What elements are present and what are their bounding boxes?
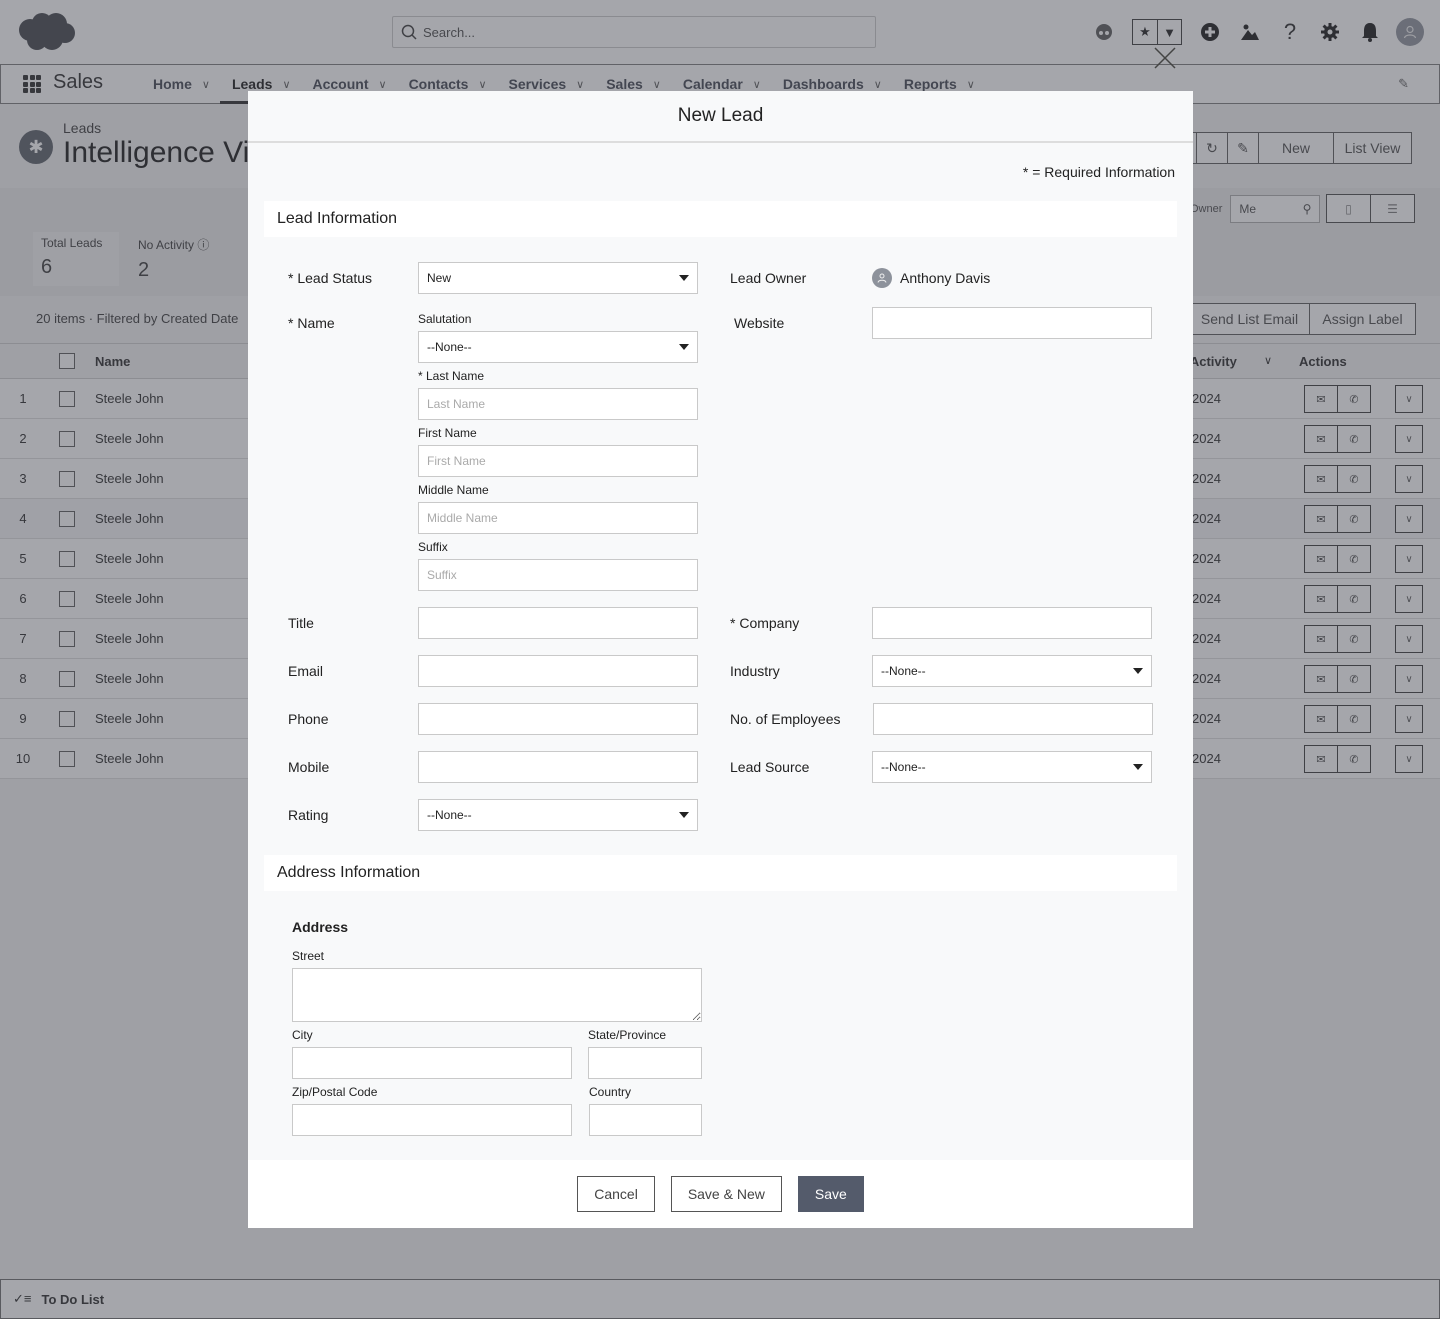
company-label: * Company [730,615,800,631]
section-lead-information: Lead Information [264,201,1177,237]
lead-source-value: --None-- [881,760,926,774]
country-label: Country [589,1085,632,1099]
close-icon[interactable] [1152,45,1178,71]
caret-down-icon [1133,764,1143,770]
street-textarea[interactable] [292,968,702,1022]
section-address-information: Address Information [264,855,1177,891]
rating-label: Rating [288,807,329,823]
suffix-label: Suffix [418,540,448,554]
salutation-select[interactable]: --None-- [418,331,698,363]
rating-select[interactable]: --None-- [418,799,698,831]
modal-title: New Lead [248,91,1193,143]
lead-owner-value[interactable]: Anthony Davis [900,270,990,286]
salutation-label: Salutation [418,312,472,326]
country-input[interactable] [589,1104,702,1136]
industry-select[interactable]: --None-- [872,655,1152,687]
zip-input[interactable] [292,1104,572,1136]
industry-label: Industry [730,663,780,679]
email-label: Email [288,663,324,679]
lead-status-label: * Lead Status [288,270,373,286]
website-input[interactable] [872,307,1152,339]
name-label: * Name [288,315,335,331]
caret-down-icon [679,812,689,818]
save-button[interactable]: Save [797,1176,864,1212]
lead-status-select[interactable]: New [418,262,698,294]
mobile-input[interactable] [418,751,698,783]
phone-input[interactable] [418,703,698,735]
city-input[interactable] [292,1047,572,1079]
caret-down-icon [679,344,689,350]
salutation-value: --None-- [427,340,472,354]
modal-footer: Cancel Save & New Save [248,1160,1193,1228]
industry-value: --None-- [881,664,926,678]
phone-label: Phone [288,711,329,727]
state-label: State/Province [588,1028,667,1042]
rating-value: --None-- [427,808,472,822]
first-name-input[interactable] [418,445,698,477]
lead-source-label: Lead Source [730,759,810,775]
owner-avatar-icon [872,268,892,288]
city-label: City [292,1028,313,1042]
middle-name-input[interactable] [418,502,698,534]
employees-input[interactable] [873,703,1153,735]
email-input[interactable] [418,655,698,687]
state-input[interactable] [588,1047,702,1079]
employees-label: No. of Employees [730,711,841,727]
caret-down-icon [1133,668,1143,674]
middle-name-label: Middle Name [418,483,489,497]
required-info-note: * = Required Information [1022,164,1175,180]
address-title: Address [292,919,349,935]
title-label: Title [288,615,314,631]
zip-label: Zip/Postal Code [292,1085,378,1099]
last-name-input[interactable] [418,388,698,420]
new-lead-modal: New Lead * = Required Information Lead I… [248,91,1193,1228]
lead-status-value: New [427,271,452,285]
lead-owner-label: Lead Owner [730,270,807,286]
last-name-label: * Last Name [418,369,485,383]
street-label: Street [292,949,325,963]
website-label: Website [734,315,785,331]
suffix-input[interactable] [418,559,698,591]
lead-source-select[interactable]: --None-- [872,751,1152,783]
first-name-label: First Name [418,426,477,440]
company-input[interactable] [872,607,1152,639]
mobile-label: Mobile [288,759,330,775]
save-and-new-button[interactable]: Save & New [670,1176,782,1212]
caret-down-icon [679,275,689,281]
cancel-button[interactable]: Cancel [577,1176,655,1212]
title-input[interactable] [418,607,698,639]
